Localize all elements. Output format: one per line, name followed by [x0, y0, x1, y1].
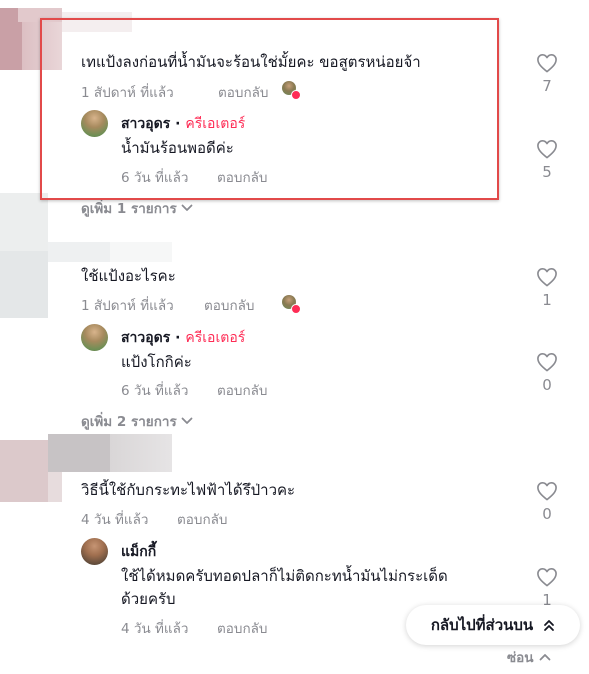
reply-text: แป้งโกกิค่ะ [121, 353, 192, 371]
like-button[interactable]: 0 [532, 481, 562, 523]
hide-replies-button[interactable]: ซ่อน [507, 646, 551, 668]
like-button[interactable]: 0 [532, 352, 562, 394]
like-button[interactable]: 7 [532, 53, 562, 95]
heart-badge-icon [291, 304, 301, 314]
like-count: 0 [542, 376, 552, 394]
chevron-down-icon [181, 417, 193, 424]
like-count: 1 [542, 291, 552, 309]
reply-timestamp: 6 วัน ที่แล้ว [121, 383, 189, 399]
heart-outline-icon [537, 54, 557, 73]
view-more-label: ดูเพิ่ม 2 รายการ [81, 414, 177, 430]
reply-author[interactable]: สาวอุดร · ครีเอเตอร์ [121, 327, 245, 349]
like-button[interactable]: 5 [532, 139, 562, 181]
like-button[interactable]: 1 [532, 567, 562, 609]
back-to-top-button[interactable]: กลับไปที่ส่วนบน [406, 605, 580, 645]
like-count: 0 [542, 505, 552, 523]
reply-button[interactable]: ตอบกลับ [204, 294, 254, 316]
double-chevron-up-icon [544, 619, 555, 631]
hide-label: ซ่อน [507, 650, 534, 666]
chevron-up-icon [539, 654, 550, 661]
like-count: 7 [542, 77, 552, 95]
back-to-top-label: กลับไปที่ส่วนบน [430, 616, 534, 634]
reply-button[interactable]: ตอบกลับ [177, 508, 227, 530]
heart-outline-icon [537, 140, 557, 159]
author-name[interactable]: แม็กกี้ [121, 541, 156, 563]
author-name[interactable]: สาวอุดร [121, 330, 170, 346]
reply-text-line: ใช้ได้หมดครับทอดปลาก็ไม่ติดกะทน้ำมันไม่ก… [121, 567, 448, 585]
heart-outline-icon [537, 568, 557, 587]
reply-text-line: ด้วยครับ [121, 590, 176, 608]
chevron-down-icon [181, 204, 193, 211]
separator: · [175, 330, 181, 346]
heart-outline-icon [537, 482, 557, 501]
blurred-avatar [0, 193, 48, 318]
avatar[interactable] [81, 324, 108, 351]
heart-outline-icon [537, 268, 557, 287]
creator-liked-badge [282, 295, 301, 314]
blurred-username [48, 434, 172, 472]
comment-timestamp: 4 วัน ที่แล้ว [81, 512, 149, 528]
blurred-username [48, 242, 172, 262]
creator-badge: ครีเอเตอร์ [185, 330, 246, 346]
view-more-label: ดูเพิ่ม 1 รายการ [81, 201, 177, 217]
like-button[interactable]: 1 [532, 267, 562, 309]
highlight-box [40, 18, 499, 200]
view-more-replies[interactable]: ดูเพิ่ม 1 รายการ [81, 197, 193, 219]
reply-button[interactable]: ตอบกลับ [217, 379, 267, 401]
comment-timestamp: 1 สัปดาห์ ที่แล้ว [81, 298, 174, 314]
comment-text: ใช้แป้งอะไรคะ [81, 267, 176, 285]
avatar[interactable] [81, 538, 108, 565]
heart-outline-icon [537, 353, 557, 372]
like-count: 5 [542, 163, 552, 181]
view-more-replies[interactable]: ดูเพิ่ม 2 รายการ [81, 410, 193, 432]
reply-button[interactable]: ตอบกลับ [217, 617, 267, 639]
reply-timestamp: 4 วัน ที่แล้ว [121, 621, 189, 637]
comment-text: วิธีนี้ใช้กับกระทะไฟฟ้าได้รึป่าวคะ [81, 481, 296, 499]
